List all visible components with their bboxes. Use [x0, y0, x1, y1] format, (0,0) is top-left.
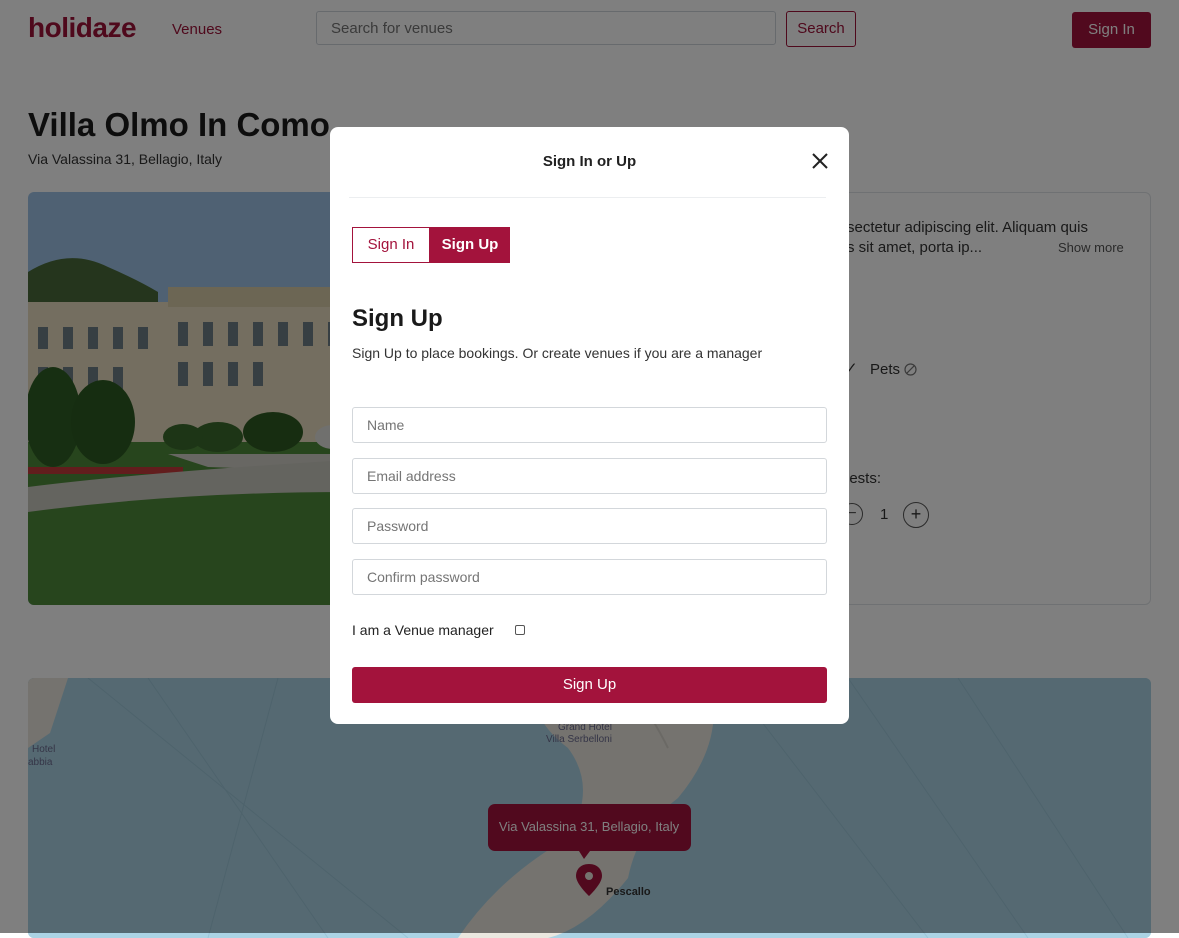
- tab-sign-in[interactable]: Sign In: [352, 227, 430, 263]
- tab-sign-up[interactable]: Sign Up: [430, 227, 510, 263]
- confirm-password-field[interactable]: [352, 559, 827, 595]
- name-field[interactable]: [352, 407, 827, 443]
- sign-in-up-modal: Sign In or Up Sign In Sign Up Sign Up Si…: [330, 127, 849, 724]
- close-icon[interactable]: [808, 149, 832, 173]
- venue-manager-checkbox[interactable]: [515, 625, 525, 635]
- venue-manager-label: I am a Venue manager: [352, 622, 494, 638]
- form-subtitle: Sign Up to place bookings. Or create ven…: [352, 345, 763, 361]
- modal-title: Sign In or Up: [542, 153, 637, 170]
- form-title: Sign Up: [352, 305, 443, 332]
- email-field[interactable]: [352, 458, 827, 494]
- password-field[interactable]: [352, 508, 827, 544]
- sign-up-submit-button[interactable]: Sign Up: [352, 667, 827, 703]
- modal-divider: [349, 197, 826, 198]
